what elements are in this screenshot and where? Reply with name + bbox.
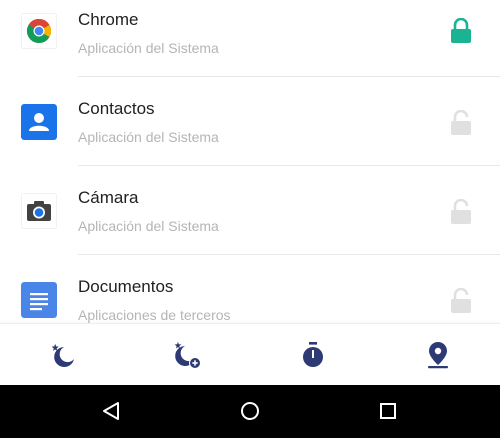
camera-icon <box>21 193 57 229</box>
timer-icon <box>303 342 323 367</box>
home-icon[interactable] <box>238 399 262 423</box>
lock-open-icon[interactable] <box>449 110 473 136</box>
lock-closed-icon[interactable] <box>449 18 473 44</box>
night-mode-icon <box>51 343 74 367</box>
lock-open-icon[interactable] <box>449 199 473 225</box>
app-category: Aplicaciones de terceros <box>78 307 231 323</box>
app-name: Contactos <box>78 99 155 118</box>
app-row-chrome[interactable]: Chrome Aplicación del Sistema <box>0 0 500 77</box>
contacts-icon <box>21 104 57 140</box>
app-row-documentos[interactable]: Documentos Aplicaciones de terceros <box>0 255 500 323</box>
nav-location-button[interactable] <box>421 338 455 372</box>
app-name: Chrome <box>78 10 139 29</box>
app-category: Aplicación del Sistema <box>78 218 219 234</box>
app-name: Documentos <box>78 277 174 296</box>
app-name: Cámara <box>78 188 139 207</box>
system-nav-bar <box>0 385 500 438</box>
recents-icon[interactable] <box>376 399 400 423</box>
app-row-contactos[interactable]: Contactos Aplicación del Sistema <box>0 77 500 166</box>
lock-open-icon[interactable] <box>449 288 473 314</box>
app-list: Chrome Aplicación del Sistema Contactos … <box>0 0 500 323</box>
bottom-nav <box>0 323 500 385</box>
chrome-icon <box>21 13 57 49</box>
add-night-mode-icon <box>174 341 201 369</box>
nav-timer-button[interactable] <box>296 338 330 372</box>
location-pin-icon <box>428 342 448 369</box>
app-row-camara[interactable]: Cámara Aplicación del Sistema <box>0 166 500 255</box>
docs-icon <box>21 282 57 318</box>
nav-add-night-mode-button[interactable] <box>170 338 204 372</box>
nav-night-mode-button[interactable] <box>46 338 80 372</box>
app-category: Aplicación del Sistema <box>78 129 219 145</box>
back-icon[interactable] <box>99 399 123 423</box>
app-category: Aplicación del Sistema <box>78 40 219 56</box>
